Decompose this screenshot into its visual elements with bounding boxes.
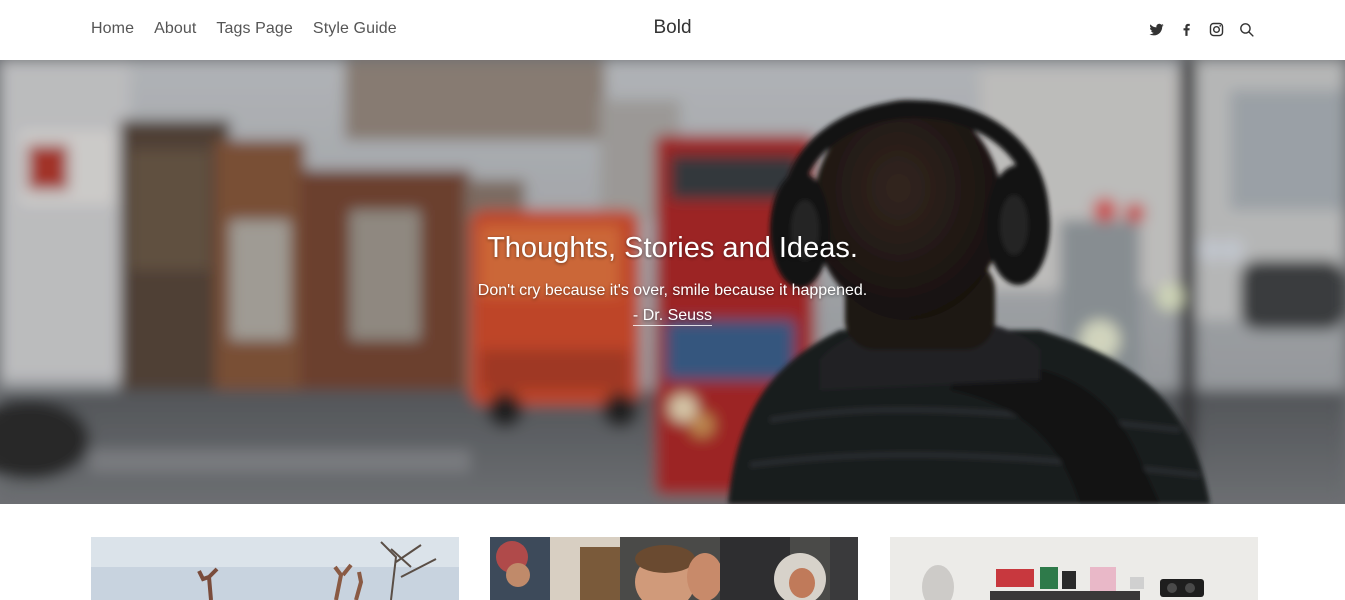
desk-calendar-shelf-photo xyxy=(890,537,1258,600)
people-raising-hands-photo xyxy=(91,537,459,600)
search-icon[interactable] xyxy=(1238,21,1255,38)
social-links xyxy=(1148,0,1255,58)
post-card-image[interactable] xyxy=(490,537,858,600)
site-header: Home About Tags Page Style Guide Bold xyxy=(0,0,1345,60)
hero-author-link[interactable]: - Dr. Seuss xyxy=(632,307,713,326)
hero-quote: Don't cry because it's over, smile becau… xyxy=(477,282,868,299)
instagram-icon[interactable] xyxy=(1208,21,1225,38)
hero-banner: Thoughts, Stories and Ideas. Don't cry b… xyxy=(0,60,1345,504)
post-feed xyxy=(0,537,1345,600)
post-card-image[interactable] xyxy=(91,537,459,600)
hero-quote-author: - Dr. Seuss xyxy=(0,307,1345,326)
twitter-icon[interactable] xyxy=(1148,21,1165,38)
hero-title: Thoughts, Stories and Ideas. xyxy=(487,232,858,264)
facebook-icon[interactable] xyxy=(1178,21,1195,38)
post-card-image[interactable] xyxy=(890,537,1258,600)
site-title[interactable]: Bold xyxy=(0,17,1345,39)
crowd-smiling-man-photo xyxy=(490,537,858,600)
